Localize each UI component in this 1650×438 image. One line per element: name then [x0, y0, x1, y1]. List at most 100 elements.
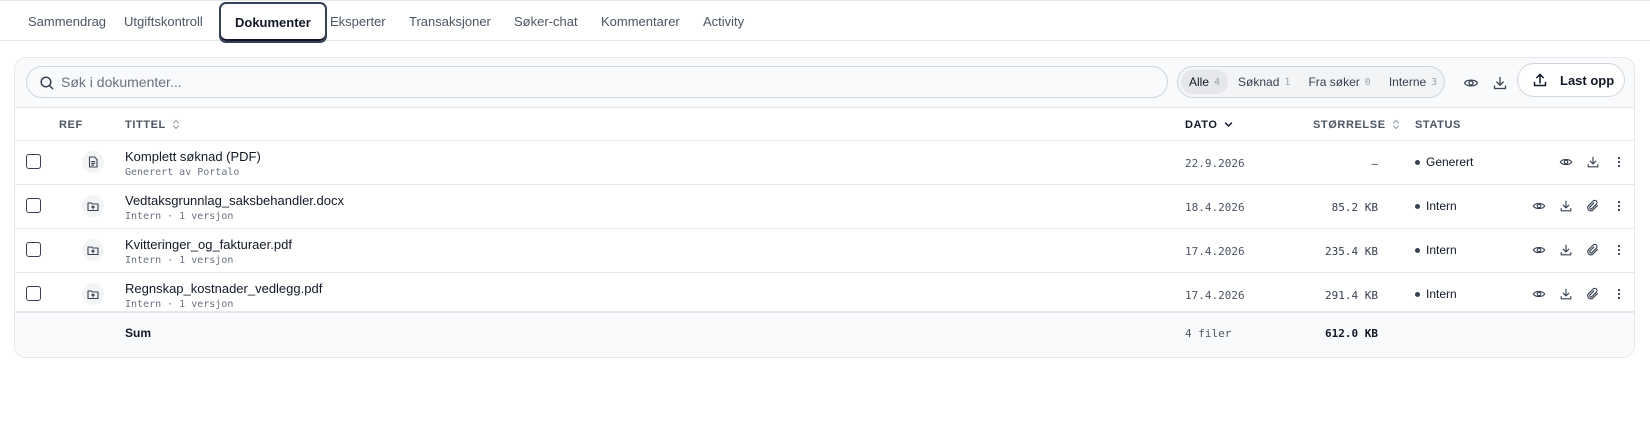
summary-total-size: 612.0 KB	[1325, 327, 1378, 340]
document-subtitle: Intern · 1 versjon	[125, 299, 234, 310]
attachment-button[interactable]	[1583, 240, 1603, 260]
filter-group: Alle 4 Søknad 1 Fra søker 0 Interne 3	[1177, 66, 1445, 98]
filter-count: 1	[1284, 76, 1291, 88]
column-status: STATUS	[1415, 118, 1461, 131]
more-vertical-icon	[1617, 288, 1621, 300]
table-row[interactable]: Komplett søknad (PDF) Generert av Portal…	[15, 141, 1634, 185]
document-title[interactable]: Regnskap_kostnader_vedlegg.pdf	[125, 281, 322, 296]
more-options-button[interactable]	[1609, 284, 1629, 304]
status-dot	[1415, 291, 1420, 297]
download-icon	[1587, 156, 1599, 168]
table-row[interactable]: Kvitteringer_og_fakturaer.pdf Intern · 1…	[15, 229, 1634, 273]
more-options-button[interactable]	[1609, 196, 1629, 216]
summary-label: Sum	[125, 326, 152, 340]
tab-dokumenter[interactable]: Dokumenter	[219, 2, 327, 43]
download-icon	[1560, 244, 1572, 256]
tab-soker-chat[interactable]: Søker-chat	[500, 1, 592, 41]
column-title[interactable]: TITTEL	[125, 108, 180, 141]
column-title-label: TITTEL	[125, 118, 166, 131]
column-ref: REF	[59, 118, 83, 131]
document-size: 85.2 KB	[1331, 201, 1378, 214]
search-icon	[40, 76, 54, 90]
preview-all-button[interactable]	[1460, 72, 1482, 94]
filter-label: Interne	[1388, 75, 1427, 89]
download-icon	[1493, 76, 1507, 90]
upload-icon	[1533, 73, 1547, 87]
document-title[interactable]: Komplett søknad (PDF)	[125, 149, 261, 164]
status-dot	[1415, 159, 1420, 165]
tab-kommentarer[interactable]: Kommentarer	[587, 1, 694, 41]
preview-button[interactable]	[1529, 240, 1549, 260]
tab-utgiftskontroll[interactable]: Utgiftskontroll	[110, 1, 217, 41]
filter-interne[interactable]: Interne 3	[1381, 70, 1445, 94]
filter-alle[interactable]: Alle 4	[1181, 70, 1229, 94]
paperclip-icon	[1587, 199, 1598, 212]
document-date: 17.4.2026	[1185, 289, 1245, 302]
download-all-button[interactable]	[1489, 72, 1511, 94]
status-dot	[1415, 247, 1420, 253]
preview-button[interactable]	[1529, 196, 1549, 216]
more-vertical-icon	[1617, 156, 1621, 168]
table-row[interactable]: Vedtaksgrunnlag_saksbehandler.docx Inter…	[15, 185, 1634, 229]
file-type-badge	[82, 195, 104, 217]
paperclip-icon	[1587, 243, 1598, 256]
tab-eksperter[interactable]: Eksperter	[316, 1, 400, 41]
status-badge: Intern	[1415, 199, 1457, 213]
attachment-button[interactable]	[1583, 284, 1603, 304]
preview-button[interactable]	[1556, 152, 1576, 172]
download-icon	[1560, 288, 1572, 300]
filter-label: Fra søker	[1308, 75, 1360, 89]
download-button[interactable]	[1556, 284, 1576, 304]
document-title[interactable]: Kvitteringer_og_fakturaer.pdf	[125, 237, 292, 252]
summary-file-count: 4 filer	[1185, 327, 1232, 340]
table-header: REF TITTEL DATO STØRRELSE STATUS	[15, 108, 1634, 141]
download-button[interactable]	[1556, 196, 1576, 216]
document-title[interactable]: Vedtaksgrunnlag_saksbehandler.docx	[125, 193, 344, 208]
filter-fra-soker[interactable]: Fra søker 0	[1300, 70, 1378, 94]
documents-toolbar: Alle 4 Søknad 1 Fra søker 0 Interne 3 Last o…	[15, 58, 1634, 108]
status-badge: Intern	[1415, 287, 1457, 301]
status-dot	[1415, 203, 1420, 209]
more-options-button[interactable]	[1609, 152, 1629, 172]
column-size[interactable]: STØRRELSE	[1313, 108, 1400, 141]
more-options-button[interactable]	[1609, 240, 1629, 260]
summary-row: Sum 4 filer 612.0 KB	[15, 311, 1634, 357]
document-subtitle: Intern · 1 versjon	[125, 211, 234, 222]
column-date-label: DATO	[1185, 118, 1218, 131]
upload-label: Last opp	[1560, 72, 1615, 88]
file-type-badge	[82, 239, 104, 261]
upload-button[interactable]: Last opp	[1517, 63, 1625, 97]
column-date[interactable]: DATO	[1185, 108, 1233, 141]
eye-icon	[1532, 246, 1546, 254]
download-button[interactable]	[1556, 240, 1576, 260]
tab-bar: Sammendrag Utgiftskontroll Dokumenter Ek…	[0, 0, 1650, 43]
tab-transaksjoner[interactable]: Transaksjoner	[395, 1, 505, 41]
chevron-down-icon	[1224, 122, 1232, 127]
status-label: Generert	[1426, 155, 1474, 169]
folder-upload-icon	[87, 202, 99, 212]
documents-card: Alle 4 Søknad 1 Fra søker 0 Interne 3 Last o…	[14, 57, 1635, 358]
file-type-badge	[82, 283, 104, 305]
row-checkbox[interactable]	[26, 286, 41, 301]
document-size: —	[1371, 157, 1378, 170]
sort-icon	[1392, 119, 1399, 130]
search-input[interactable]	[27, 67, 1167, 97]
tab-activity[interactable]: Activity	[689, 1, 758, 41]
status-label: Intern	[1426, 287, 1457, 301]
filter-soknad[interactable]: Søknad 1	[1230, 70, 1298, 94]
document-date: 18.4.2026	[1185, 201, 1245, 214]
row-checkbox[interactable]	[26, 242, 41, 257]
document-icon	[88, 156, 98, 168]
status-badge: Intern	[1415, 243, 1457, 257]
eye-icon	[1532, 202, 1546, 210]
sort-icon	[172, 119, 179, 130]
row-checkbox[interactable]	[26, 154, 41, 169]
attachment-button[interactable]	[1583, 196, 1603, 216]
more-vertical-icon	[1617, 200, 1621, 212]
row-checkbox[interactable]	[26, 198, 41, 213]
document-subtitle: Intern · 1 versjon	[125, 255, 234, 266]
preview-button[interactable]	[1529, 284, 1549, 304]
eye-icon	[1463, 79, 1479, 87]
tab-sammendrag[interactable]: Sammendrag	[14, 1, 120, 41]
download-button[interactable]	[1583, 152, 1603, 172]
